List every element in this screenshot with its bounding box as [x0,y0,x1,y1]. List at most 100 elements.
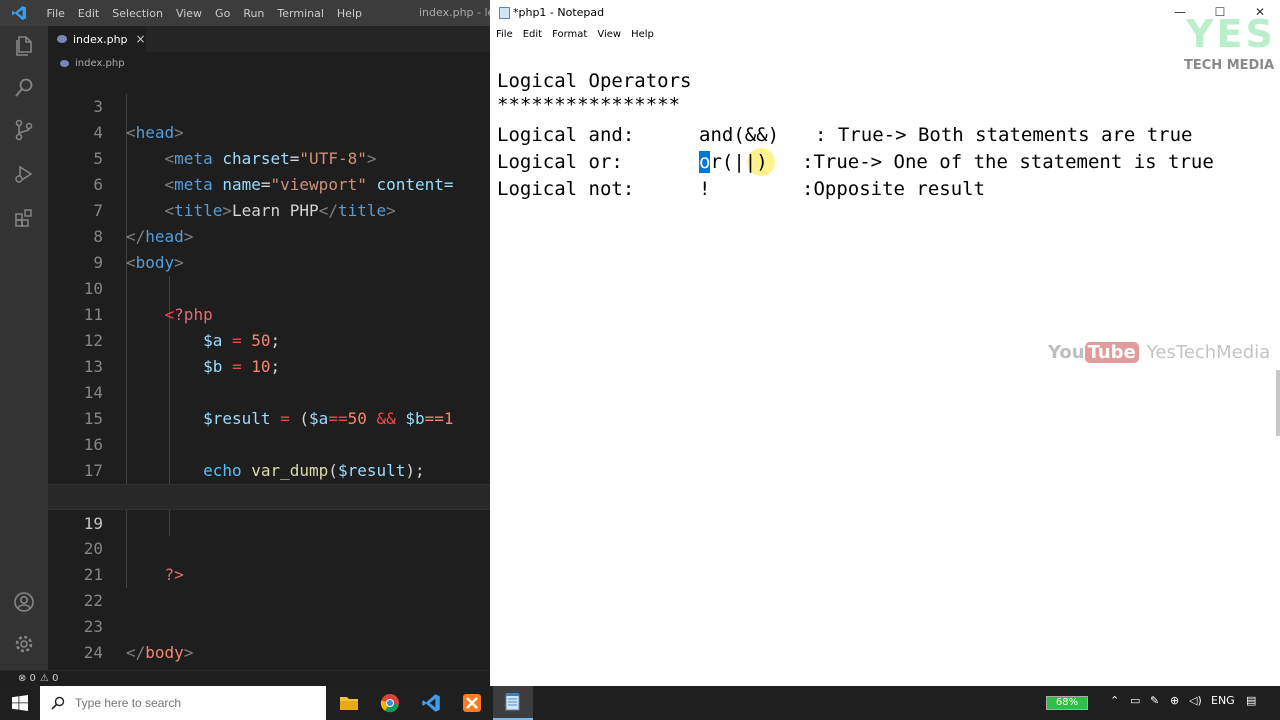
menu-help[interactable]: Help [330,7,368,20]
text-heading: Logical Operators [497,70,692,92]
warning-count[interactable]: ⚠ 0 [40,673,59,684]
menu-run[interactable]: Run [237,7,271,20]
vscode-logo-icon [12,6,26,20]
vscode-titlebar: File Edit Selection View Go Run Terminal… [0,0,506,26]
xampp-icon [463,694,481,712]
editor-tabbar: index.php × [48,26,490,52]
code-line: 24 </html> [48,614,490,670]
tab-index-php[interactable]: index.php × [48,26,146,52]
text-not-operator: ! [699,178,711,200]
code-line: 13 [48,328,490,376]
volume-icon[interactable]: ◁) [1189,694,1202,707]
code-line: 16 echo var_dump($result); [48,406,490,480]
menu-help[interactable]: Help [631,29,654,40]
code-line: 3 <head> [48,68,490,142]
text-selection: o [699,151,711,173]
code-line: 18 [48,458,490,506]
status-bar: ⊗ 0 ⚠ 0 [0,670,490,686]
menu-terminal[interactable]: Terminal [271,7,331,20]
chrome-icon [380,694,399,713]
account-icon[interactable] [12,590,36,614]
activity-bar [0,26,48,670]
menu-go[interactable]: Go [209,7,237,20]
menu-selection[interactable]: Selection [106,7,170,20]
code-line: 6 <title>Learn PHP</title> [48,146,490,220]
code-line: 7 </head> [48,172,490,246]
search-icon[interactable] [12,76,36,100]
menu-edit[interactable]: Edit [71,7,105,20]
code-line: 12 $b = 10; [48,302,490,376]
menu-file[interactable]: File [496,29,513,40]
menu-file[interactable]: File [40,7,71,20]
text-stars: **************** [497,94,681,116]
code-line: 21 [48,536,490,584]
pen-icon[interactable]: ✎ [1150,694,1159,707]
globe-icon[interactable]: ⊕ [1170,694,1179,707]
text-and-description: : True-> Both statements are true [815,124,1193,146]
code-line: 15 [48,380,490,428]
notepad-icon [505,693,520,711]
notification-icon[interactable]: ▤ [1246,694,1256,707]
code-line: 10 <?php [48,250,490,324]
window-title: *php1 - Notepad [513,6,605,19]
tab-label: index.php [73,32,128,46]
settings-gear-icon[interactable] [12,632,36,656]
vscode-window: File Edit Selection View Go Run Terminal… [0,0,506,686]
notepad-icon [499,7,510,19]
windows-start-icon[interactable] [12,695,28,711]
text-not-description: :Opposite result [802,178,986,200]
watermark-subtitle: TECH MEDIA [1184,58,1275,73]
code-token: body [145,643,184,662]
taskbar-file-explorer[interactable] [329,686,369,720]
code-line: 20 ?> [48,510,490,584]
php-file-icon [60,59,69,67]
breadcrumb-file[interactable]: index.php [75,58,125,69]
text-or-description: :True-> One of the statement is true [802,151,1214,173]
search-input[interactable] [73,695,297,711]
taskbar-vscode[interactable] [411,686,451,720]
code-line: 8 <body> [48,198,490,272]
vertical-scrollbar[interactable] [1276,370,1280,436]
menu-edit[interactable]: Edit [523,29,542,40]
code-line: 9 [48,224,490,272]
notepad-titlebar: *php1 - Notepad — ☐ ✕ [490,0,1280,26]
notepad-menubar: File Edit Format View Help [490,26,1280,42]
watermark-logo: YES [1186,12,1276,56]
taskbar-chrome[interactable] [370,686,410,720]
vscode-icon [422,694,440,712]
php-file-icon [57,35,67,43]
windows-taskbar: 68% ⌃ ▭ ✎ ⊕ ◁) ENG ▤ [0,686,1280,720]
source-control-icon[interactable] [12,118,36,142]
chevron-up-icon[interactable]: ⌃ [1110,694,1119,707]
taskbar-xampp[interactable] [452,686,492,720]
error-count[interactable]: ⊗ 0 [18,673,36,684]
taskbar-notepad[interactable] [493,686,533,720]
code-line: 11 $a = 50; [48,276,490,350]
text-or-label: Logical or: [497,151,623,173]
extensions-icon[interactable] [12,206,36,230]
code-line: 14 $result = ($a==50 && $b==1 [48,354,490,428]
file-explorer-icon [340,697,358,710]
tab-close-icon[interactable]: × [136,32,146,46]
taskbar-search-box[interactable] [40,686,326,720]
line-number: 24 [83,643,103,662]
text-and-label: Logical and: [497,124,635,146]
code-line: 4 <meta charset="UTF-8"> [48,94,490,168]
explorer-icon[interactable] [12,34,36,58]
code-editor[interactable]: 3 <head> 4 <meta charset="UTF-8"> 5 <met… [48,68,490,670]
text-and-operator: and(&&) [699,124,780,146]
menu-view[interactable]: View [169,7,208,20]
battery-indicator[interactable]: 68% [1046,696,1088,710]
code-line: 22 [48,562,490,610]
menu-format[interactable]: Format [552,29,587,40]
vscode-menubar: File Edit Selection View Go Run Terminal… [40,0,368,26]
text-not-label: Logical not: [497,178,635,200]
run-debug-icon[interactable] [12,162,36,186]
network-icon[interactable]: ▭ [1130,694,1140,707]
code-line: 5 <meta name="viewport" content= [48,120,490,194]
code-line: 17 [48,432,490,480]
language-indicator[interactable]: ENG [1211,694,1235,707]
menu-view[interactable]: View [597,29,621,40]
search-icon [51,696,65,710]
notepad-text-area[interactable]: Logical Operators **************** Logic… [497,68,1267,668]
